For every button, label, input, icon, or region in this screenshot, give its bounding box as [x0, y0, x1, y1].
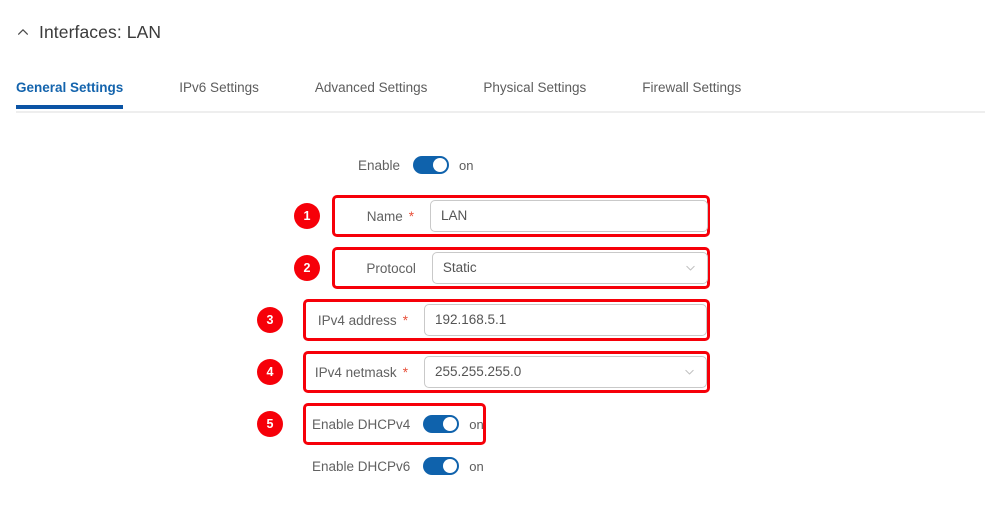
- ipv4-address-input-value: 192.168.5.1: [434, 312, 507, 328]
- row-name: Name * LAN: [348, 196, 708, 236]
- enable-toggle[interactable]: [413, 156, 450, 174]
- ipv4-address-required-star: *: [402, 312, 408, 328]
- row-protocol: Protocol Static: [348, 248, 708, 288]
- tab-general-settings[interactable]: General Settings: [16, 72, 124, 109]
- ipv4-address-label: IPv4 address: [317, 312, 397, 328]
- enable-toggle-state: on: [459, 157, 474, 173]
- dhcpv4-label: Enable DHCPv4: [312, 416, 411, 432]
- callout-badge-3: 3: [257, 307, 283, 333]
- dhcpv4-toggle-knob: [443, 417, 458, 431]
- callout-badge-2: 2: [294, 255, 320, 281]
- tab-firewall-settings[interactable]: Firewall Settings: [642, 72, 741, 109]
- chevron-down-icon[interactable]: [683, 366, 696, 379]
- callout-badge-1: 1: [294, 203, 320, 229]
- page-title: Interfaces: LAN: [39, 21, 162, 42]
- name-required-star: *: [408, 208, 414, 224]
- dhcpv4-toggle-state: on: [469, 416, 484, 432]
- row-ipv4-address: IPv4 address * 192.168.5.1: [311, 300, 707, 340]
- ipv4-address-input[interactable]: 192.168.5.1: [423, 304, 707, 336]
- tab-list: General Settings IPv6 Settings Advanced …: [16, 72, 741, 109]
- protocol-select[interactable]: Static: [431, 252, 708, 284]
- row-dhcpv6: Enable DHCPv6 on: [312, 446, 484, 486]
- ipv4-netmask-label: IPv4 netmask: [314, 364, 397, 380]
- name-label: Name: [366, 208, 403, 224]
- dhcpv4-toggle[interactable]: [423, 415, 460, 433]
- tab-advanced-settings[interactable]: Advanced Settings: [315, 72, 428, 109]
- enable-label: Enable: [358, 157, 401, 173]
- enable-toggle-knob: [433, 158, 448, 172]
- chevron-up-icon[interactable]: [16, 25, 30, 39]
- interfaces-lan-page: Interfaces: LAN General Settings IPv6 Se…: [0, 0, 1000, 525]
- ipv4-netmask-required-star: *: [402, 364, 408, 380]
- chevron-down-icon[interactable]: [684, 262, 697, 275]
- dhcpv6-toggle-knob: [443, 459, 458, 473]
- ipv4-netmask-select-value: 255.255.255.0: [434, 364, 522, 380]
- dhcpv6-toggle[interactable]: [423, 457, 460, 475]
- name-input-value: LAN: [440, 208, 468, 224]
- tab-ipv6-settings[interactable]: IPv6 Settings: [179, 72, 259, 109]
- tab-bar-divider: [16, 111, 985, 113]
- ipv4-netmask-select[interactable]: 255.255.255.0: [423, 356, 707, 388]
- dhcpv6-label: Enable DHCPv6: [312, 458, 411, 474]
- row-enable: Enable on: [358, 145, 474, 185]
- callout-badge-4: 4: [257, 359, 283, 385]
- protocol-label: Protocol: [366, 260, 416, 276]
- row-dhcpv4: Enable DHCPv4 on: [312, 404, 484, 444]
- protocol-select-value: Static: [442, 260, 477, 276]
- row-ipv4-netmask: IPv4 netmask * 255.255.255.0: [311, 352, 707, 392]
- name-input[interactable]: LAN: [429, 200, 708, 232]
- callout-badge-5: 5: [257, 411, 283, 437]
- tab-bar: General Settings IPv6 Settings Advanced …: [0, 72, 1000, 113]
- panel-header[interactable]: Interfaces: LAN: [16, 18, 161, 46]
- dhcpv6-toggle-state: on: [469, 458, 484, 474]
- tab-physical-settings[interactable]: Physical Settings: [483, 72, 586, 109]
